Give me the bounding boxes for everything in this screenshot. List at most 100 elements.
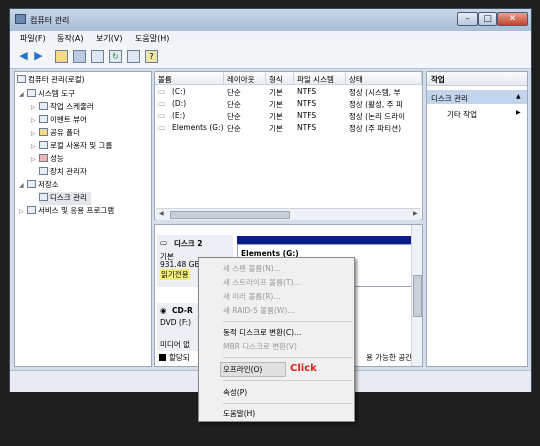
maximize-button[interactable]: □ — [478, 12, 497, 26]
tree-item-local-users[interactable]: ▷ 로컬 사용자 및 그룹 — [31, 140, 112, 153]
refresh-icon[interactable]: ↻ — [109, 50, 122, 63]
layout-cell: 단순 — [227, 88, 241, 97]
menu-item-new-striped-volume[interactable]: 새 스트라이프 볼륨(T)... — [199, 276, 354, 289]
actions-section-disk-management[interactable]: 디스크 관리 ▲ — [427, 90, 527, 104]
menu-item-new-raid5-volume[interactable]: 새 RAID-5 볼륨(W)... — [199, 304, 354, 317]
legend-unallocated: 할당되 — [169, 353, 190, 362]
collapsed-arrow-icon[interactable]: ▷ — [31, 104, 39, 111]
tree-item-storage[interactable]: ◢ 저장소 — [19, 179, 59, 192]
click-annotation: Click — [290, 363, 317, 374]
export-icon[interactable] — [127, 50, 140, 63]
tree-item-device-manager[interactable]: 장치 관리자 — [39, 166, 87, 179]
column-header-volume[interactable]: 볼륨 — [155, 72, 224, 85]
navigation-tree: 컴퓨터 관리(로컬) ◢ 시스템 도구 ▷ 작업 스케줄러 ▷ 이벤트 뷰어 ▷ 공유 … — [14, 71, 152, 367]
tree-label: 작업 스케줄러 — [50, 102, 94, 111]
properties-icon[interactable] — [91, 50, 104, 63]
legend-available: 용 가능한 공간 — [366, 353, 413, 362]
volume-cell: Elements (G:) — [172, 123, 224, 132]
type-cell: 기본 — [269, 88, 283, 97]
status-cell: 정상 (주 파티션) — [349, 124, 402, 133]
menu-file[interactable]: 파일(F) — [20, 33, 46, 44]
disk-management-icon — [39, 193, 48, 201]
tree-label: 디스크 관리 — [50, 193, 87, 202]
tree-item-task-scheduler[interactable]: ▷ 작업 스케줄러 — [31, 101, 94, 114]
collapsed-arrow-icon[interactable]: ▷ — [31, 117, 39, 124]
window-title: 컴퓨터 관리 — [30, 16, 70, 25]
users-icon — [39, 141, 48, 149]
type-cell: 기본 — [269, 124, 283, 133]
layout-cell: 단순 — [227, 112, 241, 121]
menu-item-convert-to-dynamic[interactable]: 동적 디스크로 변환(C)... — [199, 326, 354, 339]
event-log-icon — [39, 115, 48, 123]
vertical-scrollbar-thumb[interactable] — [413, 275, 422, 317]
tree-item-system-tools[interactable]: ◢ 시스템 도구 — [19, 88, 75, 101]
scrollbar-thumb[interactable] — [170, 211, 290, 219]
performance-icon — [39, 154, 48, 162]
collapsed-arrow-icon[interactable]: ▷ — [31, 143, 39, 150]
menu-help[interactable]: 도움말(H) — [135, 33, 169, 44]
filesystem-cell: NTFS — [297, 99, 317, 108]
table-row[interactable]: ▭ (D:) 단순 기본 NTFS 정상 (활성, 주 피 — [155, 99, 422, 111]
menu-item-help[interactable]: 도움말(H) — [199, 407, 354, 420]
tree-item-shared-folders[interactable]: ▷ 공유 폴더 — [31, 127, 80, 140]
up-folder-icon[interactable] — [55, 50, 68, 63]
layout-cell: 단순 — [227, 124, 241, 133]
show-hide-tree-icon[interactable] — [73, 50, 86, 63]
actions-more-label: 기타 작업 — [447, 110, 477, 119]
tree-item-services[interactable]: ▷ 서비스 및 응용 프로그램 — [19, 205, 114, 218]
menu-separator — [223, 357, 352, 358]
menu-item-new-spanned-volume[interactable]: 새 스팬 볼륨(N)... — [199, 262, 354, 275]
disk-2-name: 디스크 2 — [174, 239, 203, 248]
actions-header-label: 작업 — [431, 75, 445, 84]
menu-action[interactable]: 동작(A) — [57, 33, 83, 44]
expanded-arrow-icon[interactable]: ◢ — [19, 91, 27, 98]
help-icon[interactable]: ? — [145, 50, 158, 63]
back-arrow-icon[interactable]: ◀ — [17, 50, 30, 63]
table-row[interactable]: ▭ (C:) 단순 기본 NTFS 정상 (시스템, 부 — [155, 87, 422, 99]
submenu-arrow-icon: ▶ — [516, 109, 521, 116]
cdrom-icon: ◉ — [160, 306, 167, 315]
column-header-status[interactable]: 상태 — [346, 72, 422, 85]
volume-list: 볼륨 레이아웃 형식 파일 시스템 상태 ▭ (C:) 단순 기본 NTFS 정… — [154, 71, 423, 220]
expanded-arrow-icon[interactable]: ◢ — [19, 182, 27, 189]
menu-item-offline[interactable]: 오프라인(O) — [199, 363, 354, 376]
table-row[interactable]: ▭ (E:) 단순 기본 NTFS 정상 (논리 드라이 — [155, 111, 422, 123]
actions-more[interactable]: 기타 작업 ▶ — [427, 107, 527, 120]
close-button[interactable]: ✕ — [497, 12, 528, 26]
menu-separator — [223, 403, 352, 404]
toolbar: ◀ ▶ ↻ ? — [10, 46, 531, 69]
menu-item-convert-to-mbr[interactable]: MBR 디스크로 변환(V) — [199, 340, 354, 353]
tools-icon — [27, 89, 36, 97]
horizontal-scrollbar[interactable]: ◀ ▶ — [156, 208, 421, 220]
tree-item-event-viewer[interactable]: ▷ 이벤트 뷰어 — [31, 114, 87, 127]
menu-item-properties[interactable]: 속성(P) — [199, 386, 354, 399]
column-header-type[interactable]: 형식 — [266, 72, 294, 85]
collapsed-arrow-icon[interactable]: ▷ — [19, 208, 27, 215]
table-row[interactable]: ▭ Elements (G:) 단순 기본 NTFS 정상 (주 파티션) — [155, 123, 422, 135]
title-bar[interactable]: 컴퓨터 관리 – □ ✕ — [10, 9, 531, 31]
collapsed-arrow-icon[interactable]: ▷ — [31, 130, 39, 137]
collapsed-arrow-icon[interactable]: ▷ — [31, 156, 39, 163]
menu-separator — [223, 380, 352, 381]
collapse-icon[interactable]: ▲ — [516, 93, 521, 100]
actions-section-label: 디스크 관리 — [431, 94, 468, 103]
tree-item-disk-management[interactable]: 디스크 관리 — [39, 192, 91, 205]
tree-label: 컴퓨터 관리(로컬) — [28, 75, 85, 84]
type-cell: 기본 — [269, 100, 283, 109]
disk-2-size: 931.48 GB — [160, 260, 200, 269]
tree-item-root[interactable]: 컴퓨터 관리(로컬) — [17, 74, 85, 87]
column-header-layout[interactable]: 레이아웃 — [224, 72, 266, 85]
menu-view[interactable]: 보기(V) — [96, 33, 122, 44]
cdrom-drive: DVD (F:) — [160, 318, 192, 327]
drive-icon: ▭ — [158, 87, 166, 96]
tree-item-performance[interactable]: ▷ 성능 — [31, 153, 64, 166]
forward-arrow-icon[interactable]: ▶ — [32, 50, 45, 63]
column-header-filesystem[interactable]: 파일 시스템 — [294, 72, 346, 85]
status-cell: 정상 (논리 드라이 — [349, 112, 405, 121]
menu-item-new-mirrored-volume[interactable]: 새 미러 볼륨(R)... — [199, 290, 354, 303]
vertical-scrollbar[interactable] — [411, 225, 422, 366]
volume-cell: (E:) — [172, 111, 186, 120]
scroll-right-icon[interactable]: ▶ — [413, 210, 418, 217]
minimize-button[interactable]: – — [457, 12, 478, 26]
scroll-left-icon[interactable]: ◀ — [159, 210, 164, 217]
